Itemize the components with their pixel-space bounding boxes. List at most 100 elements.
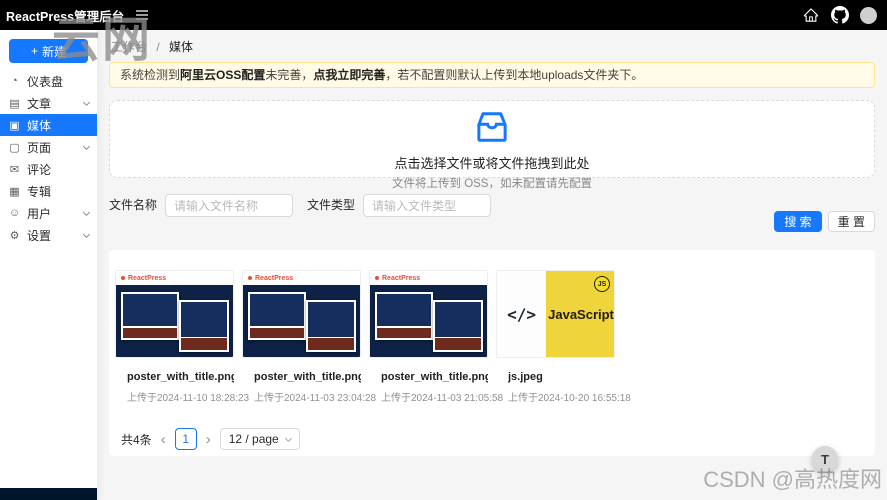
new-button[interactable]: + 新建	[9, 39, 88, 63]
sidebar-item-label: 页面	[27, 139, 51, 156]
media-upload-time: 上传于2024-11-10 18:28:23	[127, 389, 234, 404]
reset-button[interactable]: 重 置	[828, 211, 875, 232]
logo-dot-icon	[248, 276, 252, 280]
sidebar-item-label: 仪表盘	[27, 73, 63, 90]
header-actions	[802, 6, 887, 24]
sidebar-menu: ◔ 仪表盘 ▤ 文章 ▣ 媒体 ▢ 页面 ✉ 评论 ▦ 专辑 ☺ 用户	[0, 70, 97, 488]
media-panel: ReactPress poster_with_title.png 上传于2024…	[109, 250, 875, 456]
main-content: 工作台 / 媒体 系统检测到阿里云OSS配置未完善，点我立即完善，若不配置则默认…	[97, 30, 887, 500]
logo-dot-icon	[121, 276, 125, 280]
media-thumbnail: </> JavaScript JS	[496, 270, 615, 358]
new-button-label: 新建	[42, 43, 66, 60]
media-card[interactable]: ReactPress poster_with_title.png 上传于2024…	[115, 270, 234, 404]
sidebar-item-label: 媒体	[27, 117, 51, 134]
thumb-logo-text: ReactPress	[382, 275, 420, 282]
settings-icon: ⚙	[8, 229, 21, 242]
sidebar-item-label: 文章	[27, 95, 51, 112]
app-title: ReactPress管理后台	[0, 6, 124, 25]
breadcrumb-separator: /	[156, 40, 159, 54]
page-size-value: 12 / page	[229, 432, 279, 446]
github-icon[interactable]	[831, 6, 849, 24]
sidebar-item-label: 评论	[27, 161, 51, 178]
media-card[interactable]: </> JavaScript JS js.jpeg 上传于2024-10-20 …	[496, 270, 615, 404]
media-upload-time: 上传于2024-11-03 23:04:28	[254, 389, 361, 404]
plus-icon: +	[31, 44, 38, 58]
oss-config-alert: 系统检测到阿里云OSS配置未完善，点我立即完善，若不配置则默认上传到本地uplo…	[109, 62, 875, 88]
alert-configure-link[interactable]: 点我立即完善	[313, 68, 385, 82]
chevron-down-icon	[83, 142, 90, 149]
code-icon: </>	[507, 305, 536, 324]
sidebar-item-media[interactable]: ▣ 媒体	[0, 114, 97, 136]
sidebar-item-label: 设置	[27, 227, 51, 244]
prev-page-button[interactable]: ‹	[161, 432, 166, 447]
media-thumbnail: ReactPress	[242, 270, 361, 358]
upload-subtitle: 文件将上传到 OSS，如未配置请先配置	[110, 175, 874, 191]
breadcrumb-item-media: 媒体	[169, 40, 193, 54]
page-number-1[interactable]: 1	[175, 428, 197, 450]
sidebar: + 新建 ◔ 仪表盘 ▤ 文章 ▣ 媒体 ▢ 页面 ✉ 评论 ▦ 专辑	[0, 30, 97, 500]
media-card[interactable]: ReactPress poster_with_title.png 上传于2024…	[242, 270, 361, 404]
file-type-label: 文件类型	[307, 194, 355, 217]
media-card[interactable]: ReactPress poster_with_title.png 上传于2024…	[369, 270, 488, 404]
breadcrumb: 工作台 / 媒体	[111, 38, 875, 52]
sidebar-item-label: 用户	[27, 205, 51, 222]
page-icon: ▢	[8, 141, 21, 154]
thumb-js-text: JavaScript	[548, 307, 614, 322]
media-icon: ▣	[8, 119, 21, 132]
alert-text: ，若不配置则默认上传到本地uploads文件夹下。	[385, 68, 643, 82]
file-name-label: 文件名称	[109, 194, 157, 217]
album-icon: ▦	[8, 185, 21, 198]
chevron-down-icon	[83, 230, 90, 237]
media-file-name: js.jpeg	[508, 371, 615, 383]
sidebar-item-dashboard[interactable]: ◔ 仪表盘	[0, 70, 97, 92]
home-icon[interactable]	[802, 6, 820, 24]
alert-text: 未完善，	[265, 68, 313, 82]
chevron-down-icon	[83, 208, 90, 215]
next-page-button[interactable]: ›	[206, 432, 211, 447]
sidebar-item-settings[interactable]: ⚙ 设置	[0, 224, 97, 246]
media-file-name: poster_with_title.png	[381, 371, 488, 383]
user-avatar[interactable]	[860, 7, 877, 24]
pagination-total: 共4条	[121, 431, 152, 448]
pagination: 共4条 ‹ 1 › 12 / page	[115, 428, 869, 450]
filter-buttons: 搜 索 重 置	[774, 211, 875, 232]
dashboard-icon: ◔	[8, 75, 21, 87]
media-file-name: poster_with_title.png	[254, 371, 361, 383]
file-name-input[interactable]	[165, 194, 293, 217]
media-upload-time: 上传于2024-11-03 21:05:58	[381, 389, 488, 404]
thumb-logo-text: ReactPress	[255, 275, 293, 282]
page-size-select[interactable]: 12 / page	[220, 428, 300, 450]
chevron-down-icon	[83, 98, 90, 105]
app-header: ReactPress管理后台	[0, 0, 887, 30]
alert-text: 系统检测到	[120, 68, 180, 82]
sidebar-item-users[interactable]: ☺ 用户	[0, 202, 97, 224]
sidebar-item-articles[interactable]: ▤ 文章	[0, 92, 97, 114]
menu-fold-icon[interactable]	[132, 4, 152, 26]
logo-dot-icon	[375, 276, 379, 280]
chevron-down-icon	[285, 434, 292, 441]
back-to-top-button[interactable]: T	[812, 446, 838, 472]
media-grid: ReactPress poster_with_title.png 上传于2024…	[115, 270, 869, 404]
sidebar-item-comments[interactable]: ✉ 评论	[0, 158, 97, 180]
comment-icon: ✉	[8, 163, 21, 176]
sidebar-footer	[0, 488, 97, 500]
breadcrumb-item-workbench[interactable]: 工作台	[111, 40, 147, 54]
media-upload-time: 上传于2024-10-20 16:55:18	[508, 389, 615, 404]
file-type-input[interactable]	[363, 194, 491, 217]
media-file-name: poster_with_title.png	[127, 371, 234, 383]
thumb-logo-text: ReactPress	[128, 275, 166, 282]
sidebar-item-label: 专辑	[27, 183, 51, 200]
media-thumbnail: ReactPress	[115, 270, 234, 358]
upload-dropzone[interactable]: 点击选择文件或将文件拖拽到此处 文件将上传到 OSS，如未配置请先配置	[109, 100, 875, 178]
sidebar-item-albums[interactable]: ▦ 专辑	[0, 180, 97, 202]
inbox-icon	[472, 107, 512, 147]
upload-title: 点击选择文件或将文件拖拽到此处	[110, 153, 874, 172]
article-icon: ▤	[8, 97, 21, 110]
user-icon: ☺	[8, 207, 21, 219]
media-thumbnail: ReactPress	[369, 270, 488, 358]
filter-bar: 文件名称 文件类型 搜 索 重 置	[109, 194, 875, 242]
sidebar-item-pages[interactable]: ▢ 页面	[0, 136, 97, 158]
search-button[interactable]: 搜 索	[774, 211, 821, 232]
alert-bold-oss: 阿里云OSS配置	[180, 68, 265, 82]
js-logo-icon: JS	[594, 276, 610, 292]
